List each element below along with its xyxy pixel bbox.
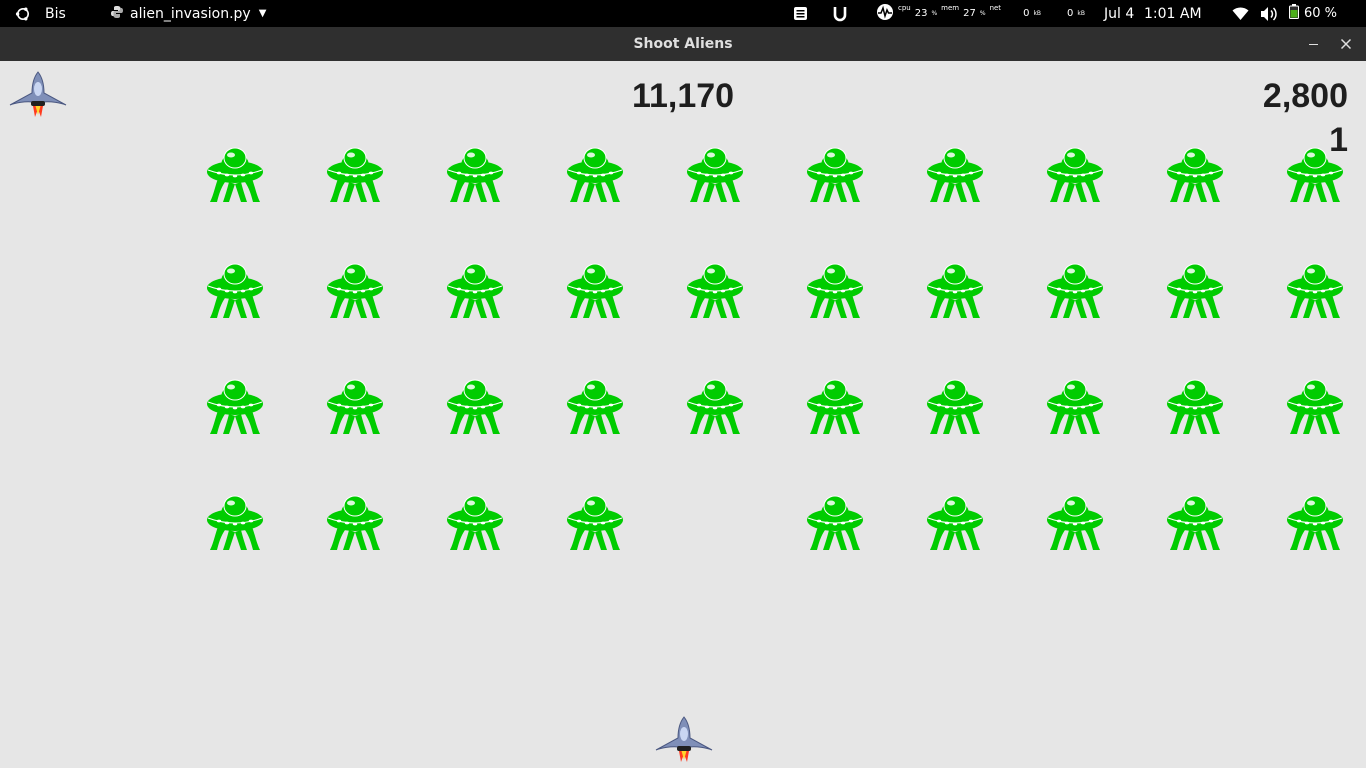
alien [927,147,983,202]
alien [927,495,983,550]
cpu-percent-sign: % [931,10,938,17]
net-down-unit: kB [1033,10,1042,17]
alien [1287,495,1343,550]
high-score-display: 2,800 [1262,77,1348,115]
alien [1047,263,1103,318]
alien [327,495,383,550]
alien [447,147,503,202]
game-canvas[interactable]: 11,170 2,800 1 [0,61,1366,768]
alien [687,263,743,318]
minimize-button[interactable] [1306,35,1322,53]
alien [567,147,623,202]
alien [327,263,383,318]
alien [207,147,263,202]
battery-indicator[interactable]: 60 % [1289,0,1337,27]
cpu-value: 23 [914,8,928,19]
wifi-icon[interactable] [1232,0,1249,27]
alien [567,495,623,550]
alien [327,379,383,434]
alien [327,147,383,202]
python-icon [110,5,124,23]
alien [1047,495,1103,550]
alien [1287,147,1343,202]
window-menu[interactable]: alien_invasion.py ▼ [110,0,266,27]
cpu-label: cpu [898,3,911,12]
alien [1047,147,1103,202]
system-monitor-indicator[interactable]: cpu 23% mem 27% net 0 kB 0 kB [876,0,1085,27]
date-label[interactable]: Jul 4 [1104,0,1134,27]
chevron-down-icon: ▼ [258,8,267,19]
alien [807,495,863,550]
window-menu-label: alien_invasion.py [130,5,251,22]
alien [207,379,263,434]
alien [567,379,623,434]
close-button[interactable] [1336,34,1356,54]
alien [207,263,263,318]
alien [927,263,983,318]
window-title: Shoot Aliens [633,36,733,52]
window-title-bar[interactable]: Shoot Aliens [0,27,1366,61]
net-label: net [989,3,1002,12]
clock-label[interactable]: 1:01 AM [1144,0,1202,27]
alien [807,379,863,434]
ubuntu-logo-icon[interactable] [12,0,34,27]
alien [1167,147,1223,202]
pulse-icon [876,3,894,24]
alien [687,147,743,202]
alien [807,263,863,318]
app-menu-label[interactable]: Bis [45,0,66,27]
volume-icon[interactable] [1260,0,1278,27]
alien [447,495,503,550]
alien [1287,379,1343,434]
net-down-value: 0 [1023,8,1030,19]
alien [927,379,983,434]
alien [1167,263,1223,318]
alien [1047,379,1103,434]
system-top-bar: Bis alien_invasion.py ▼ cpu 23% mem 27% … [0,0,1366,27]
alien [447,379,503,434]
life-ship-icon [9,71,67,117]
alien [1167,495,1223,550]
magnet-icon[interactable] [833,0,847,27]
alien [807,147,863,202]
battery-percent: 60 % [1304,6,1338,21]
mem-percent-sign: % [979,10,986,17]
score-display: 11,170 [631,77,735,115]
net-up-value: 0 [1067,8,1074,19]
notes-icon[interactable] [793,0,808,27]
mem-value: 27 [963,8,976,19]
mem-label: mem [941,3,960,12]
alien [1167,379,1223,434]
battery-icon [1289,4,1299,23]
alien [207,495,263,550]
alien [567,263,623,318]
close-icon [1340,38,1352,50]
alien [687,379,743,434]
alien [447,263,503,318]
net-up-unit: kB [1077,10,1085,17]
player-ship [655,716,713,762]
alien [1287,263,1343,318]
